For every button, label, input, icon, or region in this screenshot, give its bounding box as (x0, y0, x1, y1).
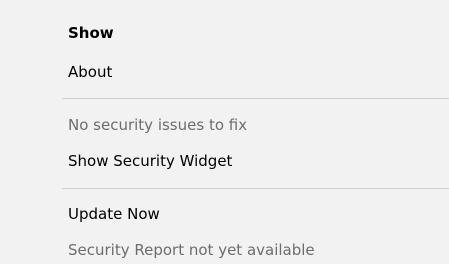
menu-item-label: About (68, 63, 113, 81)
menu-separator (62, 188, 449, 189)
menu-separator (62, 98, 449, 99)
menu-item-about[interactable]: About (0, 54, 449, 90)
menu-item-update-now[interactable]: Update Now (0, 196, 449, 232)
menu-item-show[interactable]: Show (0, 15, 449, 51)
menu-item-label: Security Report not yet available (68, 241, 315, 259)
menu-item-label: Show Security Widget (68, 152, 233, 170)
menu-item-label: Show (68, 24, 114, 42)
menu-item-no-security-issues: No security issues to fix (0, 107, 449, 143)
menu-item-security-report: Security Report not yet available (0, 232, 449, 264)
menu-item-show-security-widget[interactable]: Show Security Widget (0, 143, 449, 179)
menu-item-label: Update Now (68, 205, 160, 223)
menu-item-label: No security issues to fix (68, 116, 248, 134)
context-menu: Show About No security issues to fix Sho… (0, 0, 449, 264)
